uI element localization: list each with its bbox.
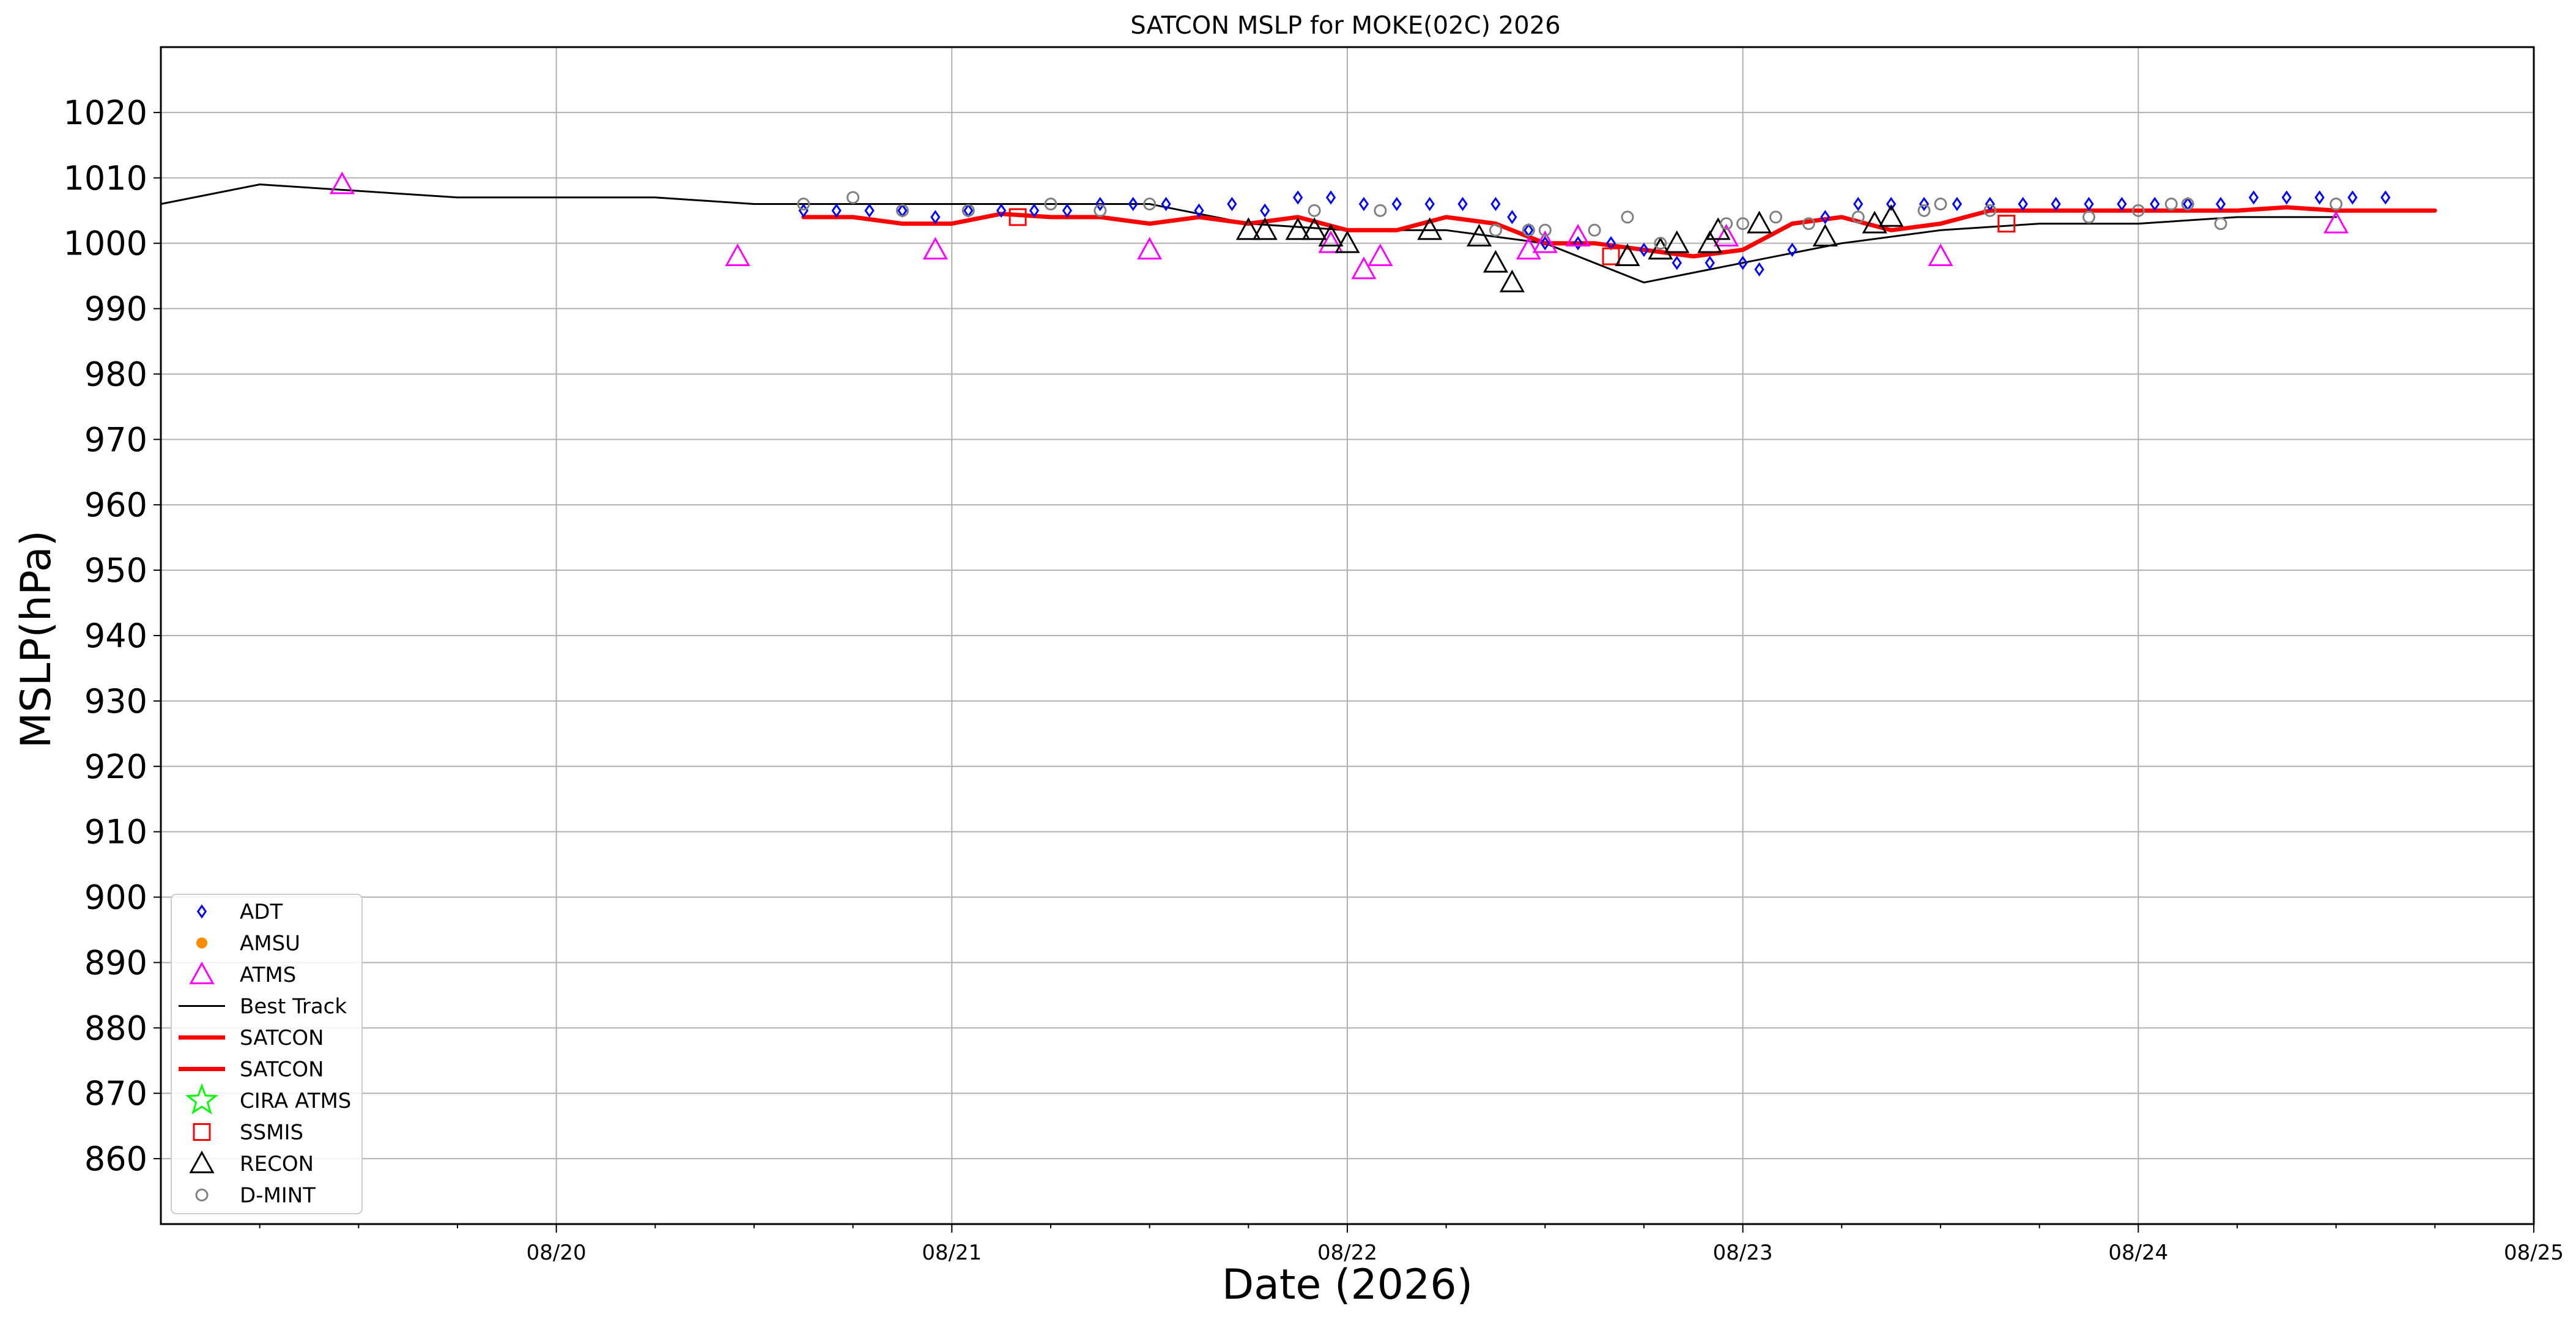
y-tick-label: 960 <box>84 486 147 524</box>
y-tick-label: 1000 <box>64 225 147 263</box>
y-tick-label: 940 <box>84 617 147 655</box>
x-tick-label: 08/24 <box>2108 1241 2168 1265</box>
y-tick-label: 860 <box>84 1140 147 1178</box>
legend: ADT AMSU ATMS Best Track SATCON SATCON CIRA AT… <box>171 894 363 1214</box>
x-tick-label: 08/23 <box>1713 1241 1773 1265</box>
legend-label: RECON <box>240 1152 314 1176</box>
legend-label: SATCON <box>240 1026 324 1050</box>
legend-label: AMSU <box>240 932 300 956</box>
x-tick-label: 08/25 <box>2504 1241 2564 1265</box>
y-axis-label: MSLP(hPa) <box>12 530 61 749</box>
y-tick-label: 990 <box>84 290 147 328</box>
chart-title: SATCON MSLP for MOKE(02C) 2026 <box>1130 12 1560 40</box>
y-tick-label: 880 <box>84 1009 147 1047</box>
y-tick-label: 950 <box>84 551 147 590</box>
legend-swatch-amsu <box>196 937 207 949</box>
y-tick-label: 890 <box>84 943 147 982</box>
legend-label: ADT <box>240 900 283 924</box>
legend-label: SSMIS <box>240 1121 303 1145</box>
y-tick-label: 910 <box>84 813 147 852</box>
y-tick-label: 1020 <box>64 94 147 132</box>
x-axis-label: Date (2026) <box>1222 1261 1473 1309</box>
y-tick-label: 920 <box>84 748 147 786</box>
legend-label: Best Track <box>240 995 347 1019</box>
x-tick-label: 08/20 <box>527 1241 587 1265</box>
y-tick-label: 970 <box>84 420 147 459</box>
y-tick-label: 980 <box>84 355 147 393</box>
satcon-mslp-chart: SATCON MSLP for MOKE(02C) 2026 860 870 880… <box>0 0 2576 1325</box>
y-tick-label: 1010 <box>64 159 147 198</box>
y-tick-label: 870 <box>84 1074 147 1113</box>
x-tick-label: 08/21 <box>922 1241 982 1265</box>
legend-label: SATCON <box>240 1058 324 1082</box>
y-tick-label: 900 <box>84 878 147 917</box>
legend-label: D-MINT <box>240 1184 316 1208</box>
y-tick-label: 930 <box>84 682 147 721</box>
legend-label: CIRA ATMS <box>240 1089 351 1113</box>
legend-label: ATMS <box>240 963 296 987</box>
